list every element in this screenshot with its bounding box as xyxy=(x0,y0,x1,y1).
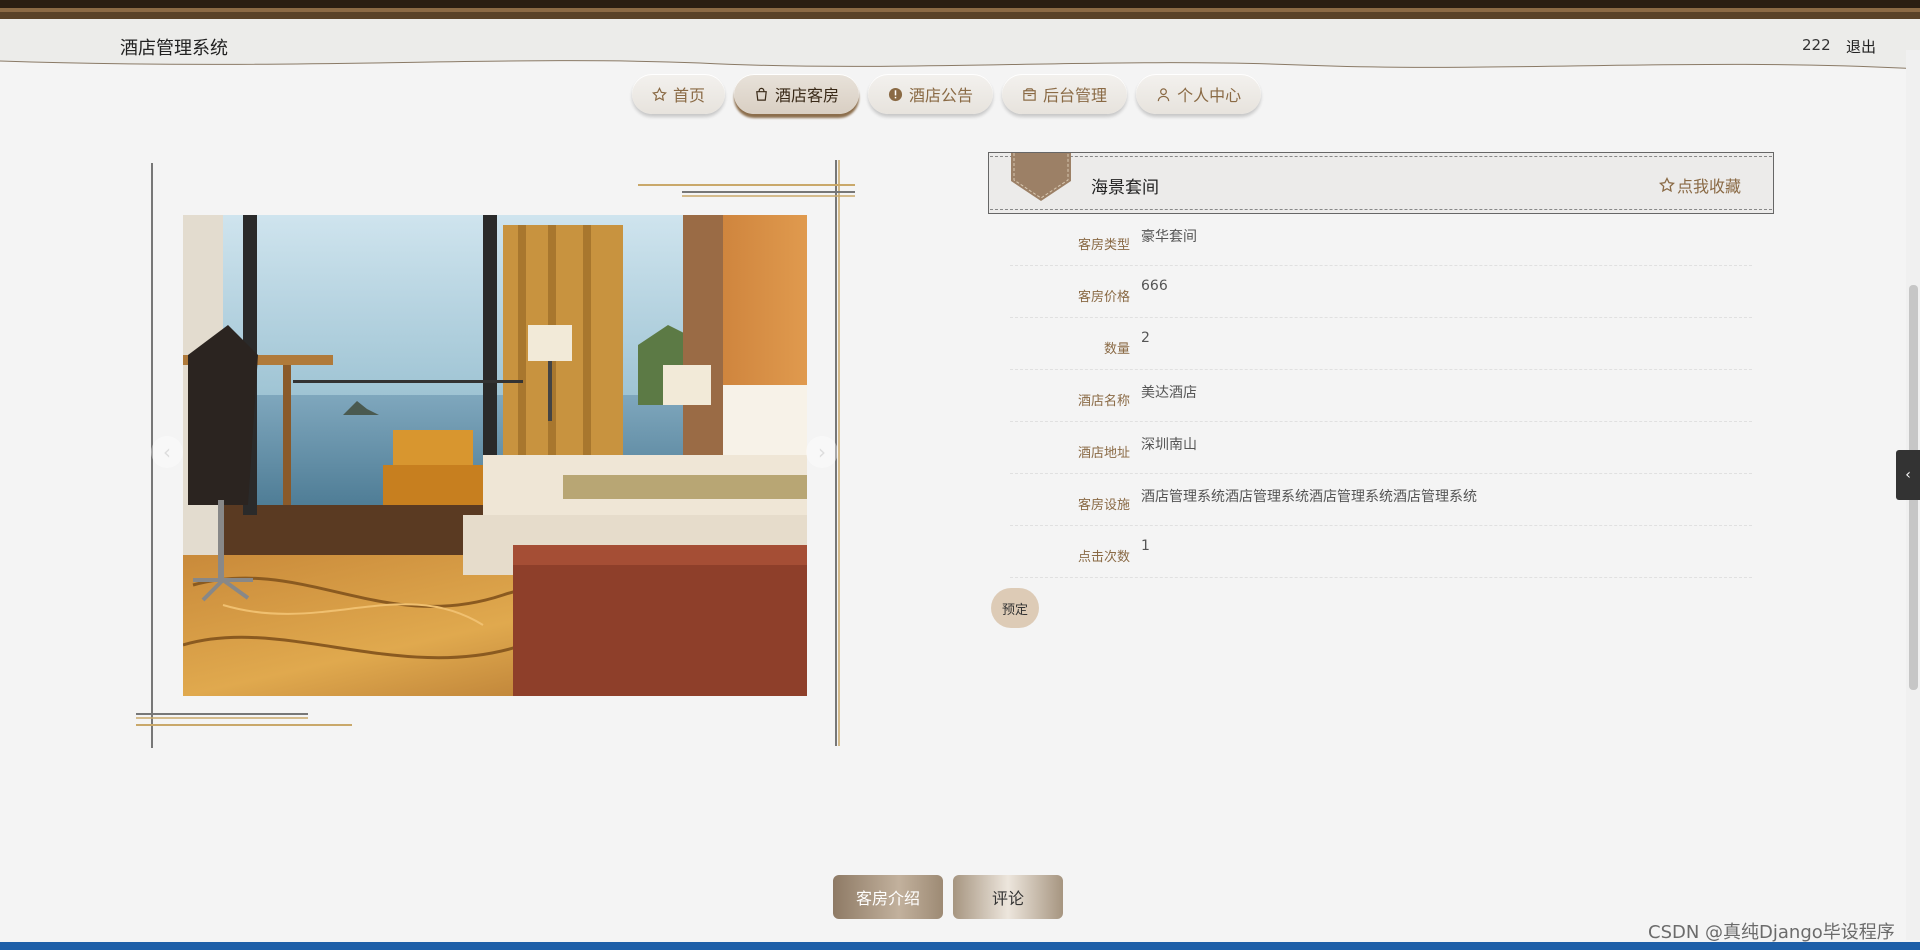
chevron-left-icon: ‹ xyxy=(163,440,171,464)
logout-link[interactable]: 退出 xyxy=(1846,36,1876,57)
watermark: CSDN @真纯Django毕设程序 xyxy=(1648,922,1895,943)
header: 酒店管理系统 222 退出 xyxy=(0,19,1920,73)
room-name: 海景套间 xyxy=(1091,178,1159,198)
field-value: 666 xyxy=(1141,278,1168,294)
ribbon-badge-icon xyxy=(1011,153,1071,201)
side-panel-toggle[interactable]: ‹ xyxy=(1896,450,1920,500)
tab-reviews[interactable]: 评论 xyxy=(953,875,1063,919)
gallery-next-button[interactable]: › xyxy=(806,436,838,468)
site-title: 酒店管理系统 xyxy=(120,38,228,59)
room-photo xyxy=(183,215,807,696)
field-row-quantity: 数量 2 xyxy=(1010,318,1752,370)
field-label: 酒店地址 xyxy=(1077,446,1130,461)
room-detail-header: 海景套间 点我收藏 xyxy=(988,152,1774,214)
chevron-left-icon: ‹ xyxy=(1905,467,1911,483)
field-value: 2 xyxy=(1141,330,1150,346)
nav-announcements-label: 酒店公告 xyxy=(909,86,974,105)
field-value: 豪华套间 xyxy=(1141,229,1197,245)
nav-admin-label: 后台管理 xyxy=(1043,86,1108,105)
alert-circle-icon xyxy=(888,87,903,101)
gallery-prev-button[interactable]: ‹ xyxy=(151,436,183,468)
field-row-room-type: 客房类型 豪华套间 xyxy=(1010,214,1752,266)
field-row-facilities: 客房设施 酒店管理系统酒店管理系统酒店管理系统酒店管理系统 xyxy=(1010,474,1752,526)
field-value: 酒店管理系统酒店管理系统酒店管理系统酒店管理系统 xyxy=(1141,489,1477,505)
room-detail-fields: 客房类型 豪华套间 客房价格 666 数量 2 酒店名称 美达酒店 酒店地址 深… xyxy=(1010,214,1752,578)
field-value: 深圳南山 xyxy=(1141,437,1197,453)
header-wave-background xyxy=(0,19,1920,70)
nav-home-label: 首页 xyxy=(673,86,706,105)
field-label: 点击次数 xyxy=(1077,550,1130,565)
field-label: 客房类型 xyxy=(1077,238,1130,253)
field-label: 客房价格 xyxy=(1077,290,1130,305)
box-icon xyxy=(1023,87,1036,101)
field-value: 美达酒店 xyxy=(1141,385,1197,401)
nav-announcements[interactable]: 酒店公告 xyxy=(868,74,994,114)
main-nav: 首页 酒店客房 酒店公告 后台管理 个人中心 xyxy=(632,74,1262,116)
field-row-hotel-address: 酒店地址 深圳南山 xyxy=(1010,422,1752,474)
nav-home[interactable]: 首页 xyxy=(632,74,726,114)
field-label: 酒店名称 xyxy=(1077,394,1130,409)
field-label: 客房设施 xyxy=(1077,498,1130,513)
nav-admin[interactable]: 后台管理 xyxy=(1002,74,1128,114)
top-decor-bar xyxy=(0,0,1920,19)
hotel-room-image xyxy=(183,215,807,696)
field-row-hotel-name: 酒店名称 美达酒店 xyxy=(1010,370,1752,422)
shopping-bag-icon xyxy=(756,87,767,101)
chevron-right-icon: › xyxy=(818,440,826,464)
nav-hotel-rooms[interactable]: 酒店客房 xyxy=(734,74,860,114)
bottom-progress-bar xyxy=(0,942,1920,950)
room-gallery: ‹ › xyxy=(130,158,870,758)
field-value: 1 xyxy=(1141,538,1150,554)
book-button[interactable]: 预定 xyxy=(991,588,1039,628)
favorite-label: 点我收藏 xyxy=(1676,177,1741,196)
field-row-click-count: 点击次数 1 xyxy=(1010,526,1752,578)
field-label: 数量 xyxy=(1103,342,1130,357)
user-name: 222 xyxy=(1802,36,1831,54)
nav-personal-center-label: 个人中心 xyxy=(1177,86,1242,105)
nav-hotel-rooms-label: 酒店客房 xyxy=(775,86,840,105)
star-outline-icon xyxy=(652,86,667,101)
tab-room-intro[interactable]: 客房介绍 xyxy=(833,875,943,919)
field-row-room-price: 客房价格 666 xyxy=(1010,266,1752,318)
nav-personal-center[interactable]: 个人中心 xyxy=(1136,74,1262,114)
favorite-button[interactable]: 点我收藏 xyxy=(1658,173,1741,197)
star-outline-icon xyxy=(1658,177,1675,193)
user-icon xyxy=(1157,87,1170,101)
